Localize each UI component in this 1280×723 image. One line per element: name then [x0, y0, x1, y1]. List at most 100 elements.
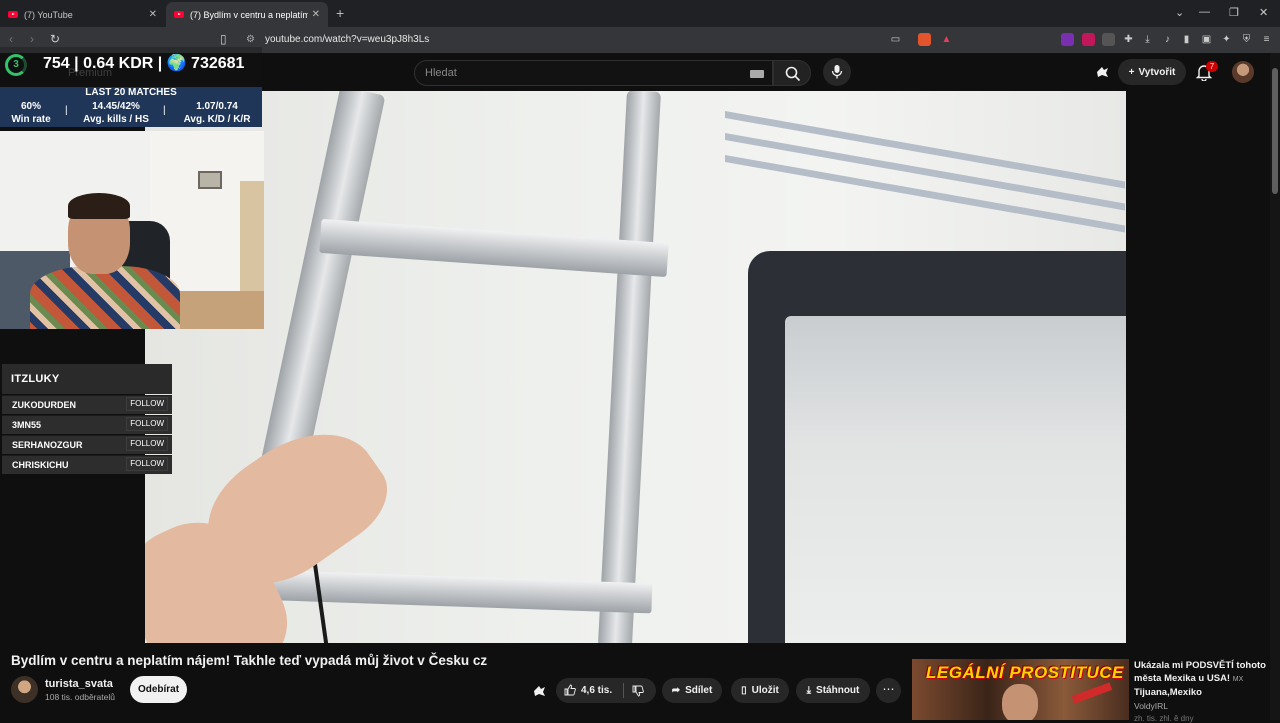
close-window-icon[interactable]: ✕: [1259, 6, 1268, 19]
plus-icon: +: [1128, 66, 1135, 78]
menu-icon[interactable]: ≡: [1260, 33, 1273, 46]
recommended-video-title[interactable]: Ukázala mi PODSVĚTÍ tohoto města Mexika …: [1134, 659, 1268, 699]
follow-row: CHRISKICHU FOLLOW: [2, 455, 172, 474]
tab-title: (7) Bydlím v centru a neplatím náj: [190, 9, 308, 20]
bookmark-icon: ▯: [741, 685, 747, 696]
extension-icon[interactable]: [1102, 33, 1115, 46]
faceit-last-matches: LAST 20 MATCHES 60% Win rate | 14.45/42%…: [0, 87, 262, 127]
more-actions-button[interactable]: ⋯: [876, 678, 901, 703]
follow-button: FOLLOW: [126, 457, 168, 471]
like-button[interactable]: 4,6 tis.: [564, 684, 612, 696]
microphone-icon: [831, 65, 843, 79]
download-icon: ⤓: [806, 685, 812, 696]
stat-win-rate: 60% Win rate: [11, 101, 51, 125]
subscriber-count: 108 tis. odběratelů: [45, 692, 115, 702]
extension-icon[interactable]: [1082, 33, 1095, 46]
like-divider: [623, 683, 624, 698]
country-flag: MX: [1232, 676, 1244, 683]
ask-ai-icon[interactable]: [533, 684, 547, 698]
tab-video-active[interactable]: (7) Bydlím v centru a neplatím náj ✕: [166, 2, 328, 27]
close-tab-icon[interactable]: ✕: [149, 9, 157, 20]
streamer-webcam: [0, 131, 264, 329]
youtube-favicon-icon: [8, 11, 18, 18]
follow-button: FOLLOW: [126, 397, 168, 411]
channel-name[interactable]: turista_svata: [45, 678, 113, 690]
recommended-video-meta: zh. tis. zhl. ě dny: [1134, 714, 1194, 723]
browser-tab-bar: (7) YouTube ✕ (7) Bydlím v centru a nepl…: [0, 0, 1280, 27]
youtube-favicon-icon: [174, 11, 184, 18]
maximize-icon[interactable]: ❐: [1229, 6, 1239, 19]
minimize-icon[interactable]: —: [1199, 6, 1210, 18]
page-scrollbar-thumb[interactable]: [1272, 68, 1278, 194]
extensions-puzzle-icon[interactable]: ✚: [1122, 33, 1135, 46]
webcam-picture-frame: [198, 171, 222, 189]
wallet-icon[interactable]: ▣: [1200, 33, 1213, 46]
search-button[interactable]: [773, 60, 811, 86]
leo-ai-icon[interactable]: ✦: [1220, 33, 1233, 46]
recommended-video-channel[interactable]: VoldyIRL: [1134, 701, 1168, 711]
channel-avatar[interactable]: [11, 676, 38, 703]
download-icon[interactable]: ⤓: [1141, 33, 1154, 46]
like-dislike-group: 4,6 tis.: [556, 678, 656, 703]
vpn-icon[interactable]: ⛨: [1240, 33, 1253, 46]
webcam-person-hair: [68, 193, 130, 219]
download-button[interactable]: ⤓ Stáhnout: [796, 678, 870, 703]
follow-row: 3MN55 FOLLOW: [2, 415, 172, 434]
keyboard-icon[interactable]: [750, 70, 764, 78]
save-button[interactable]: ▯ Uložit: [731, 678, 789, 703]
url-field[interactable]: youtube.com/watch?v=weu3pJ8h3Ls: [265, 34, 429, 45]
dislike-button[interactable]: [632, 684, 644, 702]
tab-youtube-home[interactable]: (7) YouTube ✕: [0, 2, 165, 27]
subscribe-button[interactable]: Odebírat: [130, 676, 187, 703]
music-icon[interactable]: ♪: [1161, 33, 1174, 46]
ask-ai-icon[interactable]: [1095, 65, 1110, 79]
forward-icon[interactable]: ›: [30, 32, 34, 46]
stat-kills-hs: 14.45/42% Avg. kills / HS: [83, 101, 149, 125]
follow-panel-header: ITZLUKY: [2, 364, 172, 394]
brave-rewards-icon[interactable]: ▲: [940, 33, 953, 46]
search-input[interactable]: Hledat: [414, 60, 773, 86]
stat-kd-kr: 1.07/0.74 Avg. K/D / K/R: [183, 101, 251, 125]
new-tab-button[interactable]: +: [336, 5, 344, 21]
notifications-badge: 7: [1206, 61, 1218, 72]
search-icon: [785, 66, 801, 82]
brave-shield-icon[interactable]: [918, 33, 931, 46]
faceit-elo-line: 754 | 0.64 KDR | 🌍 732681: [43, 55, 245, 72]
thumbs-down-icon: [632, 685, 644, 697]
sidebar-icon[interactable]: ▮: [1180, 33, 1193, 46]
bookmark-icon[interactable]: ▯: [220, 32, 227, 46]
faceit-stats-bar: 3 754 | 0.64 KDR | 🌍 732681: [0, 47, 262, 89]
share-button[interactable]: ➦ Sdílet: [662, 678, 722, 703]
follow-button: FOLLOW: [126, 417, 168, 431]
cast-icon[interactable]: ▭: [889, 33, 902, 46]
like-count: 4,6 tis.: [581, 684, 613, 696]
tab-search-icon[interactable]: ⌄: [1175, 6, 1184, 19]
reload-icon[interactable]: ↻: [50, 32, 60, 46]
stats-header: LAST 20 MATCHES: [85, 87, 177, 98]
video-player[interactable]: [145, 91, 1126, 643]
thumbnail-caption: LEGÁLNÍ PROSTITUCE: [926, 663, 1124, 682]
thumbnail-face: [1002, 684, 1038, 720]
follow-row: ZUKODURDEN FOLLOW: [2, 395, 172, 414]
follow-panel: ITZLUKY ZUKODURDEN FOLLOW 3MN55 FOLLOW S…: [2, 364, 172, 476]
webcam-floor: [170, 291, 264, 329]
webcam-person-shirt: [30, 266, 180, 329]
site-settings-icon[interactable]: ⚙: [246, 34, 255, 45]
thumbs-up-icon: [564, 684, 576, 696]
follow-button: FOLLOW: [126, 437, 168, 451]
voice-search-button[interactable]: [823, 58, 851, 86]
camper-window-glass: [785, 316, 1126, 643]
recommended-video-thumbnail[interactable]: LEGÁLNÍ PROSTITUCE: [912, 659, 1129, 720]
search-placeholder: Hledat: [425, 67, 457, 79]
create-button[interactable]: + Vytvořit: [1118, 59, 1186, 85]
stat-separator: |: [65, 105, 68, 116]
back-icon[interactable]: ‹: [9, 32, 13, 46]
faceit-level-badge: 3: [5, 54, 27, 76]
share-icon: ➦: [671, 685, 681, 696]
extension-icon[interactable]: [1061, 33, 1074, 46]
create-label: Vytvořit: [1138, 66, 1176, 78]
account-avatar[interactable]: [1232, 61, 1254, 83]
video-title: Bydlím v centru a neplatím nájem! Takhle…: [11, 653, 488, 668]
close-tab-icon[interactable]: ✕: [312, 9, 320, 20]
stat-separator: |: [163, 105, 166, 116]
